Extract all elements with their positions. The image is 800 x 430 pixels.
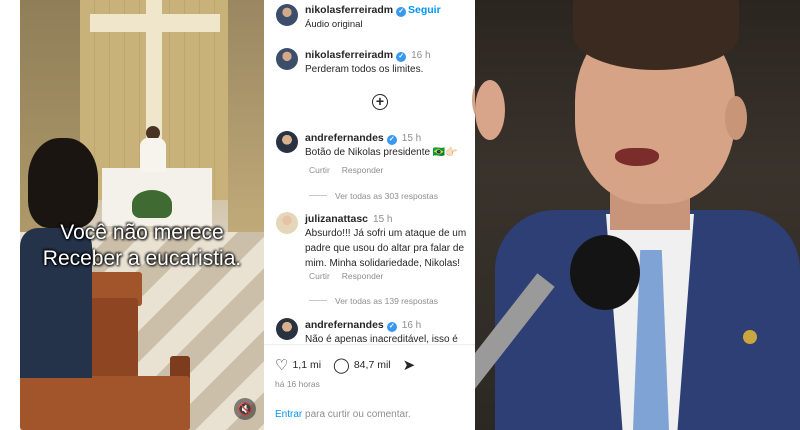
login-prompt-text: para curtir ou comentar. (305, 409, 411, 420)
priest (140, 138, 166, 172)
comment-header: andrefernandes ✓ 16 h (305, 319, 421, 332)
microphone-icon (570, 235, 640, 310)
pew (20, 376, 190, 430)
comment-avatar[interactable] (276, 131, 298, 153)
view-replies-link[interactable]: Ver todas as 303 respostas (309, 191, 438, 201)
caption-line-1: Você não merece (60, 221, 224, 244)
login-link[interactable]: Entrar (275, 409, 302, 420)
view-replies-link[interactable]: Ver todas as 139 respostas (309, 296, 438, 306)
actions-divider (264, 344, 475, 345)
verified-badge-icon: ✓ (396, 7, 407, 17)
comment-meta: Curtir Responder (309, 271, 395, 281)
comment-time: 16 h (411, 50, 431, 61)
comment-time: 16 h (401, 320, 422, 331)
replies-divider (309, 195, 327, 196)
post-author-username[interactable]: nikolasferreiradm (305, 4, 393, 16)
comment-text: Absurdo!!! Já sofri um ataque de um padr… (305, 228, 467, 269)
comment-avatar[interactable] (276, 48, 298, 70)
comment-text: Perderam todos os limites. (305, 64, 424, 75)
verified-badge-icon: ✓ (396, 52, 407, 62)
reply-comment-link[interactable]: Responder (342, 271, 384, 281)
comment-time: 15 h (373, 214, 393, 225)
church-pillar-right (228, 0, 264, 240)
hair (573, 0, 739, 70)
follow-button[interactable]: Seguir (408, 4, 441, 16)
like-comment-link[interactable]: Curtir (309, 271, 330, 281)
view-replies-label[interactable]: Ver todas as 139 respostas (335, 296, 438, 306)
video-player[interactable]: Você não merece Receber a eucaristia. 🔇 (20, 0, 264, 430)
altar-plant (132, 190, 172, 218)
comment-header: andrefernandes ✓ 15 h (305, 132, 421, 145)
post-time-ago: há 16 horas (275, 379, 320, 389)
comment-username[interactable]: andrefernandes (305, 319, 384, 331)
comment-username[interactable]: andrefernandes (305, 132, 384, 144)
attendee-hair (28, 138, 98, 228)
comments-count: 84,7 mil (353, 359, 391, 371)
ear (725, 96, 747, 140)
caption-line-2: Receber a eucaristia. (42, 247, 242, 270)
author-avatar[interactable] (276, 4, 298, 26)
action-bar: ♡ 1,1 mi ◯ 84,7 mil ➤ (275, 355, 419, 375)
background-person (475, 80, 505, 140)
likes-count: 1,1 mi (292, 359, 322, 371)
comment-username[interactable]: julizanattasc (305, 213, 368, 225)
original-audio-link[interactable]: Áudio original (305, 19, 363, 30)
share-icon[interactable]: ➤ (403, 356, 416, 374)
replies-divider (309, 300, 327, 301)
verified-badge-icon: ✓ (386, 322, 397, 332)
video-caption: Você não merece Receber a eucaristia. (20, 220, 264, 272)
comment-header: nikolasferreiradm ✓ 16 h (305, 49, 431, 62)
comment-avatar[interactable] (276, 318, 298, 340)
cross-horizontal (90, 14, 220, 32)
lapel-pin (743, 330, 757, 344)
comment-text: Botão de Nikolas presidente 🇧🇷👉🏻 (305, 147, 458, 158)
load-more-comments-icon[interactable]: + (372, 94, 388, 110)
comment-icon[interactable]: ◯ (333, 356, 350, 374)
comment-username[interactable]: nikolasferreiradm (305, 49, 393, 61)
like-comment-link[interactable]: Curtir (309, 165, 330, 175)
reply-comment-link[interactable]: Responder (342, 165, 384, 175)
view-replies-label[interactable]: Ver todas as 303 respostas (335, 191, 438, 201)
comment-header: julizanattasc 15 h (305, 213, 393, 225)
verified-badge-icon: ✓ (386, 135, 397, 145)
comment-meta: Curtir Responder (309, 165, 395, 175)
speaker-photo (475, 0, 800, 430)
heart-icon[interactable]: ♡ (275, 356, 288, 374)
mouth (615, 148, 659, 166)
comments-panel: nikolasferreiradm ✓ Seguir Áudio original… (264, 0, 475, 430)
login-prompt: Entrar para curtir ou comentar. (275, 409, 411, 420)
post-author[interactable]: nikolasferreiradm ✓ (305, 4, 407, 17)
speaker-muted-icon[interactable]: 🔇 (234, 398, 256, 420)
comment-avatar[interactable] (276, 212, 298, 234)
comment-time: 15 h (401, 133, 422, 144)
